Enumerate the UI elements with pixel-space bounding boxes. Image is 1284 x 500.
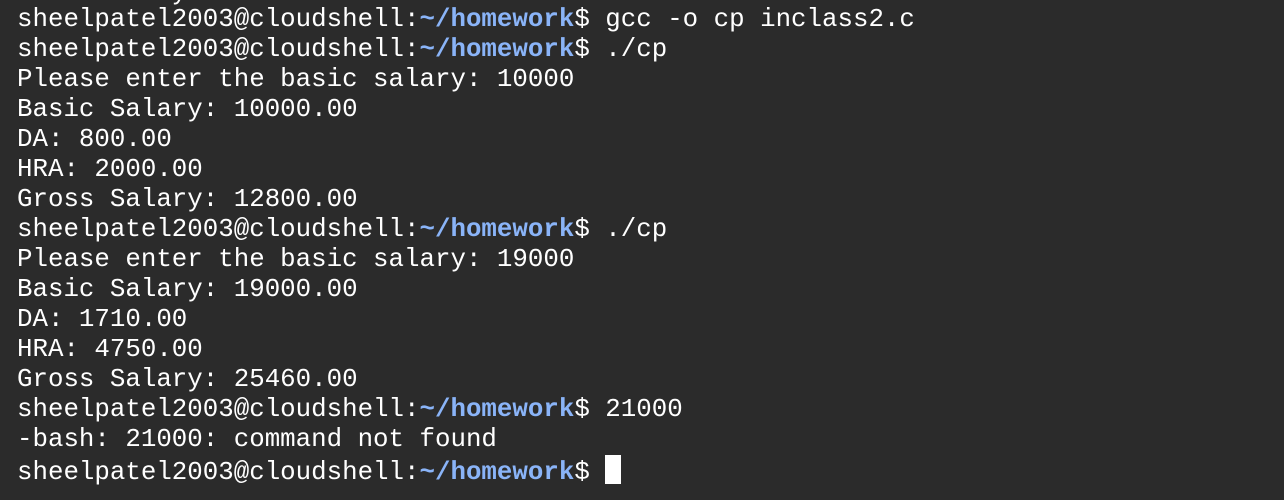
terminal-output: sheelpatel2003@cloudshell:~/homework$ gc… (17, 5, 1284, 487)
prompt-user-host: sheelpatel2003@cloudshell: (17, 5, 420, 34)
prompt-line: sheelpatel2003@cloudshell:~/homework$ ./… (17, 35, 1284, 65)
prompt-symbol: $ (574, 395, 606, 424)
command-text: 21000 (605, 395, 683, 424)
prompt-path: ~/homework (419, 5, 575, 34)
prompt-path: ~/homework (419, 35, 575, 64)
output-line: -bash: 21000: command not found (17, 425, 497, 454)
prompt-user-host: sheelpatel2003@cloudshell: (17, 458, 420, 487)
command-text: ./cp (605, 215, 668, 244)
prompt-line: sheelpatel2003@cloudshell:~/homework$ ./… (17, 215, 1284, 245)
prompt-line: sheelpatel2003@cloudshell:~/homework$ 21… (17, 395, 1284, 425)
prompt-user-host: sheelpatel2003@cloudshell: (17, 215, 420, 244)
output-line: Gross Salary: 12800.00 (17, 185, 358, 214)
output-line: HRA: 4750.00 (17, 335, 203, 364)
prompt-symbol: $ (574, 5, 606, 34)
prompt-line: sheelpatel2003@cloudshell:~/homework$ (17, 455, 1284, 487)
output-line: Basic Salary: 10000.00 (17, 95, 358, 124)
text-cursor[interactable] (605, 455, 622, 484)
output-line: Gross Salary: 25460.00 (17, 365, 358, 394)
prompt-path: ~/homework (419, 395, 575, 424)
output-line: HRA: 2000.00 (17, 155, 203, 184)
prompt-user-host: sheelpatel2003@cloudshell: (17, 35, 420, 64)
prompt-line: sheelpatel2003@cloudshell:~/homework$ gc… (17, 5, 1284, 35)
prompt-symbol: $ (574, 215, 606, 244)
output-line: DA: 1710.00 (17, 305, 188, 334)
command-text: ./cp (605, 35, 668, 64)
output-line: DA: 800.00 (17, 125, 172, 154)
command-text: gcc -o cp inclass2.c (605, 5, 915, 34)
prompt-path: ~/homework (419, 458, 575, 487)
terminal-window[interactable]: y sheelpatel2003@cloudshell:~/homework$ … (0, 0, 1284, 500)
prompt-symbol: $ (574, 35, 606, 64)
output-line: Please enter the basic salary: 19000 (17, 245, 575, 274)
output-line: Please enter the basic salary: 10000 (17, 65, 575, 94)
prompt-path: ~/homework (419, 215, 575, 244)
prompt-user-host: sheelpatel2003@cloudshell: (17, 395, 420, 424)
output-line: Basic Salary: 19000.00 (17, 275, 358, 304)
prompt-symbol: $ (574, 458, 606, 487)
